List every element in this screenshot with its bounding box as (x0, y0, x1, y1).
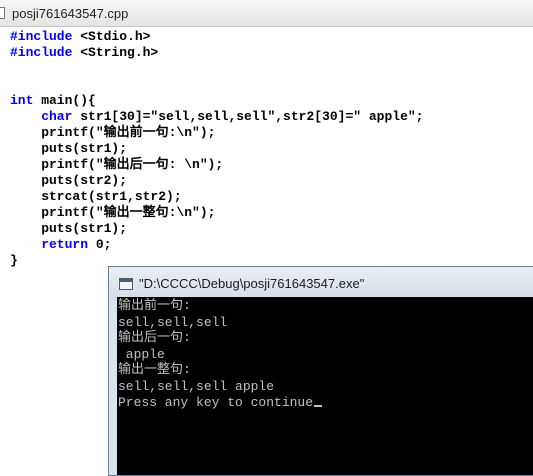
console-line: sell,sell,sell (118, 315, 228, 330)
code-line: strcat(str1,str2); (10, 189, 182, 204)
text-cursor (314, 405, 323, 407)
code-line: printf("输出一整句:\n"); (10, 205, 216, 220)
console-titlebar[interactable]: "D:\CCCC\Debug\posji761643547.exe" (109, 267, 533, 301)
code-line: puts(str1); (10, 221, 128, 236)
console-app-icon (119, 278, 133, 290)
code-line: puts(str1); (10, 141, 128, 156)
console-line: 输出前一句: (118, 298, 191, 313)
code-line: #include <String.h> (10, 45, 159, 60)
code-line: printf("输出前一句:\n"); (10, 125, 216, 140)
console-line: 输出后一句: (118, 330, 191, 345)
console-line: 输出一整句: (118, 362, 191, 377)
code-line: char str1[30]="sell,sell,sell",str2[30]=… (10, 109, 424, 124)
code-line: #include <Stdio.h> (10, 29, 151, 44)
console-output[interactable]: 输出前一句: sell,sell,sell 输出后一句: apple 输出一整句… (117, 297, 533, 475)
code-line: } (10, 253, 18, 268)
editor-tab[interactable]: posji761643547.cpp (0, 0, 533, 27)
file-icon (0, 7, 5, 19)
console-line: apple (118, 347, 165, 362)
console-line: sell,sell,sell apple (118, 379, 275, 394)
code-line: int main(){ (10, 93, 96, 108)
tab-title: posji761643547.cpp (12, 6, 129, 21)
code-line: printf("输出后一句: \n"); (10, 157, 224, 172)
code-line: return 0; (10, 237, 112, 252)
console-prompt-line: Press any key to continue (118, 395, 323, 411)
console-prompt: Press any key to continue (118, 395, 314, 410)
console-window[interactable]: "D:\CCCC\Debug\posji761643547.exe" 输出前一句… (108, 266, 533, 476)
code-line: puts(str2); (10, 173, 128, 188)
console-title: "D:\CCCC\Debug\posji761643547.exe" (139, 276, 365, 291)
